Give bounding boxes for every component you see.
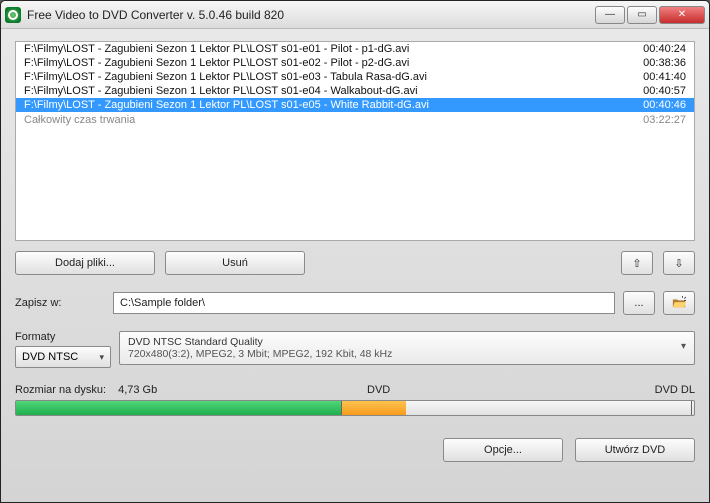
file-path: F:\Filmy\LOST - Zagubieni Sezon 1 Lektor… bbox=[24, 99, 429, 111]
file-row[interactable]: F:\Filmy\LOST - Zagubieni Sezon 1 Lektor… bbox=[16, 56, 694, 70]
minimize-button[interactable]: — bbox=[595, 6, 625, 24]
file-duration: 00:40:57 bbox=[633, 85, 686, 97]
dvd-mark: DVD bbox=[367, 384, 390, 396]
open-folder-icon bbox=[672, 296, 686, 310]
arrow-up-icon: ⇧ bbox=[632, 257, 641, 270]
disk-size-row: Rozmiar na dysku: 4,73 Gb DVD DVD DL bbox=[15, 384, 695, 396]
add-files-button[interactable]: Dodaj pliki... bbox=[15, 251, 155, 275]
browse-button[interactable]: ... bbox=[623, 291, 655, 315]
file-path: F:\Filmy\LOST - Zagubieni Sezon 1 Lektor… bbox=[24, 57, 409, 69]
file-row[interactable]: F:\Filmy\LOST - Zagubieni Sezon 1 Lektor… bbox=[16, 70, 694, 84]
quality-title: DVD NTSC Standard Quality bbox=[128, 336, 686, 348]
disk-label: Rozmiar na dysku: bbox=[15, 384, 106, 396]
file-duration: 00:38:36 bbox=[633, 57, 686, 69]
dvddl-mark: DVD DL bbox=[655, 384, 695, 396]
disk-fill-green bbox=[16, 401, 341, 415]
app-window: Free Video to DVD Converter v. 5.0.46 bu… bbox=[0, 0, 710, 503]
format-select[interactable]: DVD NTSC bbox=[15, 346, 111, 368]
create-dvd-button[interactable]: Utwórz DVD bbox=[575, 438, 695, 462]
close-button[interactable]: ✕ bbox=[659, 6, 705, 24]
format-label: Formaty bbox=[15, 331, 111, 343]
file-path: F:\Filmy\LOST - Zagubieni Sezon 1 Lektor… bbox=[24, 71, 427, 83]
titlebar[interactable]: Free Video to DVD Converter v. 5.0.46 bu… bbox=[1, 1, 709, 29]
total-value: 03:22:27 bbox=[643, 114, 686, 126]
dvddl-tick bbox=[691, 401, 692, 415]
options-button[interactable]: Opcje... bbox=[443, 438, 563, 462]
maximize-button[interactable]: ▭ bbox=[627, 6, 657, 24]
file-row[interactable]: F:\Filmy\LOST - Zagubieni Sezon 1 Lektor… bbox=[16, 98, 694, 112]
remove-button[interactable]: Usuń bbox=[165, 251, 305, 275]
arrow-down-icon: ⇩ bbox=[674, 257, 683, 270]
app-icon bbox=[5, 7, 21, 23]
window-title: Free Video to DVD Converter v. 5.0.46 bu… bbox=[27, 8, 593, 22]
file-duration: 00:40:46 bbox=[633, 99, 686, 111]
disk-fill-orange bbox=[341, 401, 405, 415]
quality-detail: 720x480(3:2), MPEG2, 3 Mbit; MPEG2, 192 … bbox=[128, 348, 686, 360]
disk-size: 4,73 Gb bbox=[118, 384, 157, 396]
total-row: Całkowity czas trwania 03:22:27 bbox=[16, 112, 694, 128]
save-path-input[interactable] bbox=[113, 292, 615, 314]
disk-usage-bar bbox=[15, 400, 695, 416]
dvd-tick bbox=[341, 401, 342, 415]
file-duration: 00:40:24 bbox=[633, 43, 686, 55]
file-row[interactable]: F:\Filmy\LOST - Zagubieni Sezon 1 Lektor… bbox=[16, 84, 694, 98]
content-area: F:\Filmy\LOST - Zagubieni Sezon 1 Lektor… bbox=[1, 29, 709, 472]
file-path: F:\Filmy\LOST - Zagubieni Sezon 1 Lektor… bbox=[24, 43, 409, 55]
open-folder-button[interactable] bbox=[663, 291, 695, 315]
move-down-button[interactable]: ⇩ bbox=[663, 251, 695, 275]
total-label: Całkowity czas trwania bbox=[24, 114, 135, 126]
quality-select[interactable]: DVD NTSC Standard Quality 720x480(3:2), … bbox=[119, 331, 695, 365]
file-list[interactable]: F:\Filmy\LOST - Zagubieni Sezon 1 Lektor… bbox=[15, 41, 695, 241]
file-path: F:\Filmy\LOST - Zagubieni Sezon 1 Lektor… bbox=[24, 85, 418, 97]
move-up-button[interactable]: ⇧ bbox=[621, 251, 653, 275]
file-row[interactable]: F:\Filmy\LOST - Zagubieni Sezon 1 Lektor… bbox=[16, 42, 694, 56]
save-label: Zapisz w: bbox=[15, 297, 105, 309]
file-duration: 00:41:40 bbox=[633, 71, 686, 83]
